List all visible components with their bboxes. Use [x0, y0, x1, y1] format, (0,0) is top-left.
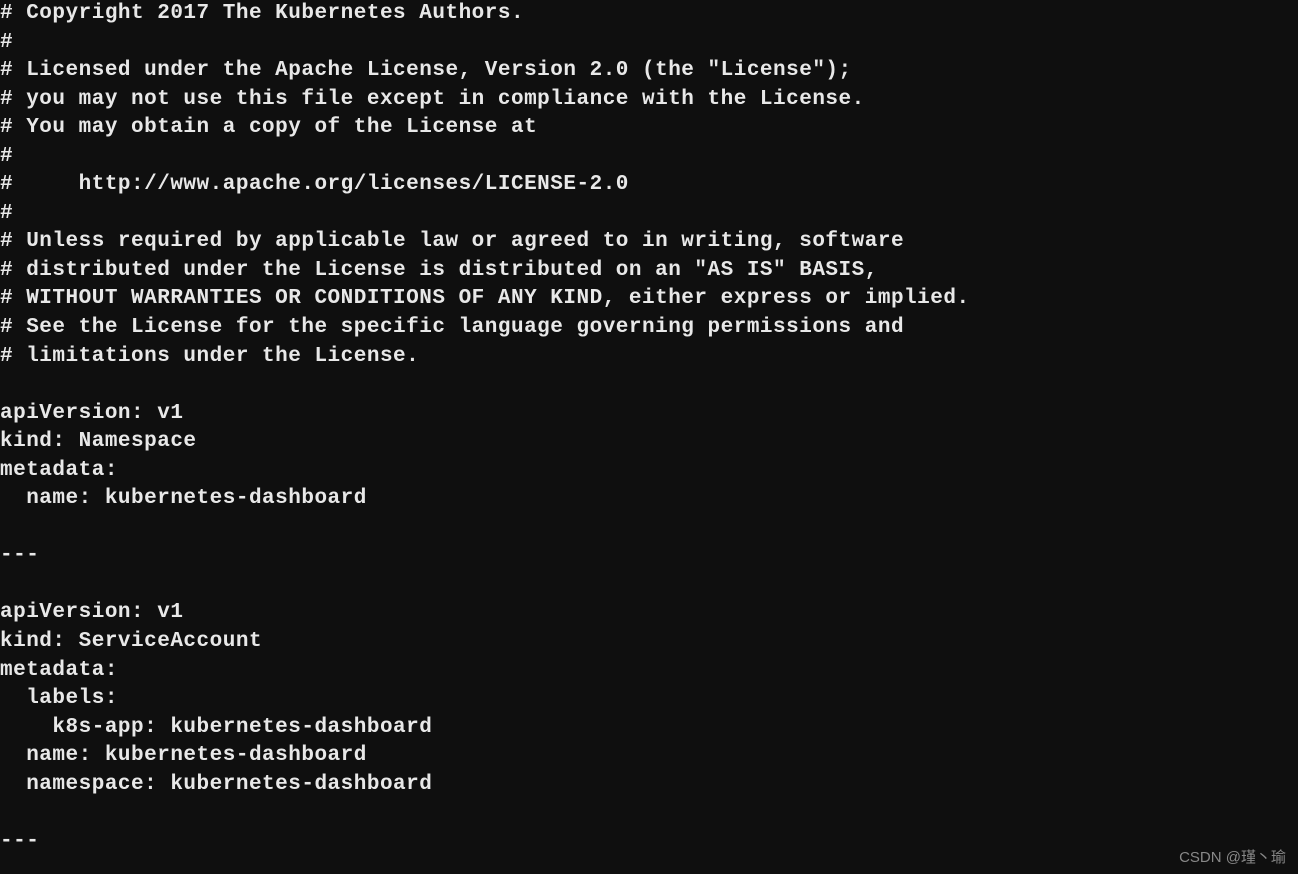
csdn-watermark: CSDN @瑾丶瑜: [1179, 848, 1286, 868]
yaml-code-block: # Copyright 2017 The Kubernetes Authors.…: [0, 0, 1298, 856]
